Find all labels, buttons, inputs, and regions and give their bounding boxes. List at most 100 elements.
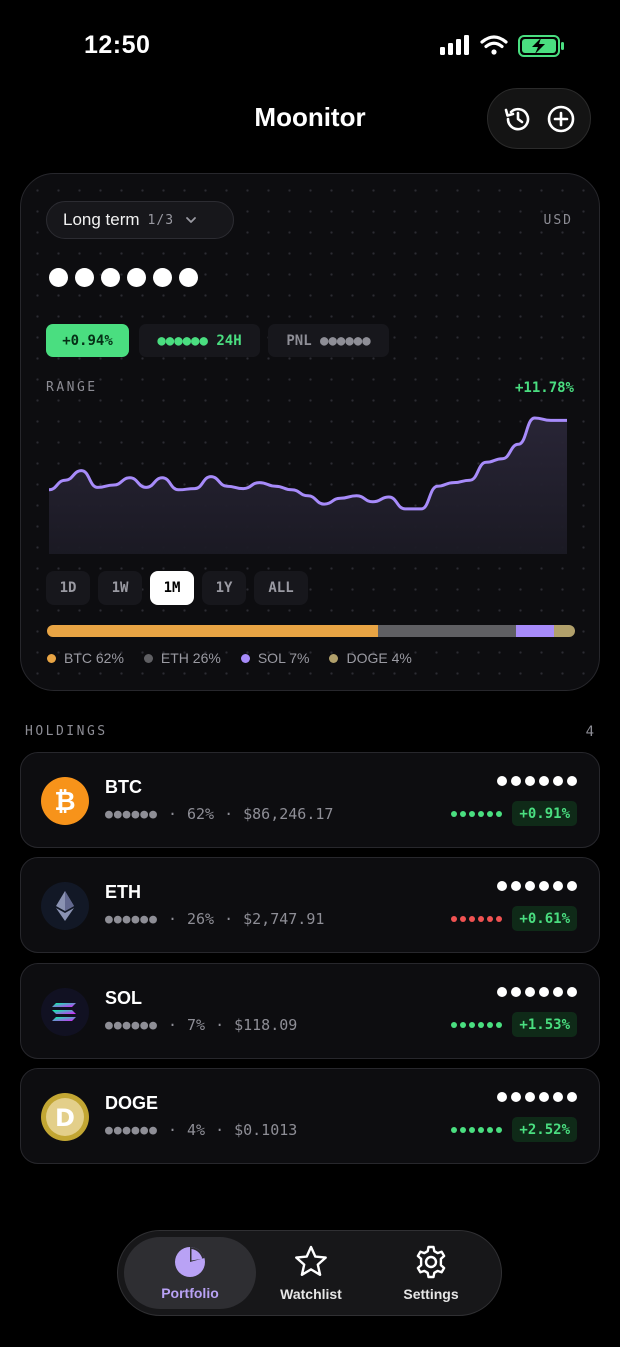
legend-label: ETH 26%	[160, 650, 221, 666]
separator: ·	[167, 1016, 177, 1034]
coin-change-badge: +2.52%	[512, 1117, 577, 1142]
portfolio-selector[interactable]: Long term 1/3	[46, 201, 234, 239]
separator: ·	[215, 1121, 225, 1139]
coin-price: $86,246.17	[243, 805, 334, 823]
dogecoin-icon: D	[41, 1093, 89, 1141]
signal-icon	[440, 35, 469, 55]
hidden-value	[497, 1092, 577, 1102]
range-tab-1w[interactable]: 1W	[98, 571, 142, 605]
hidden-value	[497, 987, 577, 997]
coin-share: 62%	[187, 805, 215, 823]
portfolio-card: Long term 1/3 USD +0.94% ●●●●●● 24H PNL …	[20, 173, 600, 691]
separator: ·	[167, 910, 177, 928]
legend-item: DOGE 4%	[329, 650, 412, 666]
coin-change-badge: +0.61%	[512, 906, 577, 931]
bitcoin-icon: ₿	[41, 777, 89, 825]
legend-dot	[329, 653, 339, 663]
allocation-segment	[377, 625, 517, 637]
solana-icon	[41, 988, 89, 1036]
add-button[interactable]	[543, 101, 579, 137]
coin-share: 4%	[187, 1121, 206, 1139]
legend-label: DOGE 4%	[346, 650, 412, 666]
chevron-down-icon	[186, 217, 196, 223]
coin-amount: ●●●●●●	[105, 911, 158, 927]
allocation-segment	[47, 625, 378, 637]
separator: ·	[167, 805, 177, 823]
range-tab-all[interactable]: ALL	[254, 571, 308, 605]
history-button[interactable]	[500, 101, 536, 137]
holding-card-sol[interactable]: SOL ●●●●●● · 7% · $118.09 +1.53%	[20, 963, 600, 1059]
coin-amount: ●●●●●●	[105, 1017, 158, 1033]
hidden-balance	[49, 268, 198, 287]
legend-item: SOL 7%	[240, 650, 310, 666]
legend-dot	[47, 653, 56, 663]
range-tab-1y[interactable]: 1Y	[202, 571, 246, 605]
coin-symbol: SOL	[105, 988, 143, 1008]
legend-item: BTC 62%	[47, 650, 124, 666]
coin-price: $118.09	[234, 1016, 298, 1034]
svg-text:D: D	[55, 1104, 75, 1132]
tab-label: Watchlist	[280, 1286, 342, 1302]
hidden-pnl	[451, 915, 503, 922]
coin-change-badge: +0.91%	[512, 801, 577, 826]
coin-symbol: BTC	[105, 777, 142, 797]
status-time: 12:50	[84, 31, 151, 59]
tab-bar: Portfolio Watchlist Settings	[117, 1230, 502, 1316]
range-change: +11.78%	[514, 380, 574, 396]
pie-chart-icon	[175, 1246, 205, 1277]
legend-label: SOL 7%	[257, 650, 310, 666]
separator: ·	[224, 910, 234, 928]
tab-portfolio[interactable]: Portfolio	[124, 1237, 256, 1309]
history-icon	[504, 107, 529, 130]
hidden-value	[497, 881, 577, 891]
allocation-legend: BTC 62% ETH 26% SOL 7% DOGE 4%	[47, 650, 412, 666]
hidden-value	[497, 776, 577, 786]
legend-label: BTC 62%	[64, 650, 124, 666]
coin-amount: ●●●●●●	[105, 1122, 158, 1138]
currency-label: USD	[543, 213, 573, 228]
coin-amount: ●●●●●●	[105, 806, 158, 822]
portfolio-chart[interactable]	[49, 412, 567, 554]
legend-dot	[143, 653, 153, 663]
coin-symbol: DOGE	[105, 1093, 159, 1113]
tab-settings[interactable]: Settings	[365, 1237, 497, 1309]
holding-card-eth[interactable]: ETH ●●●●●● · 26% · $2,747.91 +0.61%	[20, 857, 600, 953]
status-bar: 12:50	[0, 0, 620, 90]
ethereum-icon	[41, 882, 89, 930]
legend-item: ETH 26%	[143, 650, 221, 666]
allocation-segment	[553, 625, 575, 637]
tab-label: Portfolio	[161, 1285, 219, 1301]
allocation-segment	[516, 625, 554, 637]
plus-circle-icon	[547, 105, 574, 132]
separator: ·	[215, 1016, 225, 1034]
range-tab-1m[interactable]: 1M	[150, 571, 194, 605]
change-24h-amount: ●●●●●● 24H	[139, 324, 260, 357]
hidden-pnl	[451, 1126, 503, 1133]
svg-text:₿: ₿	[54, 787, 75, 817]
tab-watchlist[interactable]: Watchlist	[245, 1237, 377, 1309]
coin-symbol: ETH	[105, 882, 141, 902]
range-label: RANGE	[46, 380, 98, 395]
coin-price: $2,747.91	[243, 910, 325, 928]
holding-card-doge[interactable]: D DOGE ●●●●●● · 4% · $0.1013 +2.52%	[20, 1068, 600, 1164]
status-icons	[438, 32, 566, 60]
separator: ·	[167, 1121, 177, 1139]
legend-dot	[240, 653, 250, 663]
coin-share: 26%	[187, 910, 215, 928]
portfolio-name: Long term	[63, 210, 140, 229]
pnl-badge[interactable]: PNL ●●●●●●	[268, 324, 389, 357]
coin-price: $0.1013	[234, 1121, 298, 1139]
coin-change-row: +0.61%	[451, 906, 577, 931]
wifi-icon	[480, 35, 508, 55]
range-tab-1d[interactable]: 1D	[46, 571, 90, 605]
coin-meta: ●●●●●● · 26% · $2,747.91	[105, 910, 324, 928]
change-24h-badge: +0.94%	[46, 324, 129, 357]
hidden-pnl	[451, 1021, 503, 1028]
holding-card-btc[interactable]: ₿ BTC ●●●●●● · 62% · $86,246.17 +0.91%	[20, 752, 600, 848]
coin-change-row: +0.91%	[451, 801, 577, 826]
gear-icon	[416, 1245, 446, 1279]
holdings-count: 4	[585, 724, 594, 740]
range-tabs: 1D 1W 1M 1Y ALL	[46, 571, 308, 605]
allocation-bar	[47, 625, 575, 637]
battery-charging-icon	[518, 35, 564, 57]
